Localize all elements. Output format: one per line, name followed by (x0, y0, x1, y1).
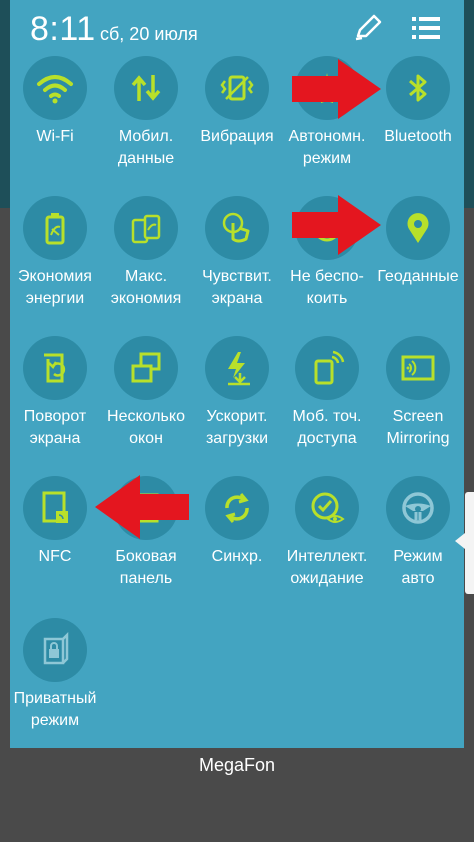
tile-power-saving[interactable]: Экономия энергии (10, 196, 100, 310)
tile-label: NFC (38, 548, 72, 565)
mobile-hotspot-icon (295, 336, 359, 400)
tile-nfc[interactable]: NFC (10, 476, 100, 568)
tile-wifi[interactable]: Wi-Fi (10, 56, 100, 148)
tile-label: Вибрация (200, 128, 274, 145)
wifi-icon (23, 56, 87, 120)
tile-label: Bluetooth (384, 128, 452, 145)
ultra-power-saving-icon (114, 196, 178, 260)
smart-stay-icon (295, 476, 359, 540)
tile-label: Боковая панель (115, 548, 177, 587)
tile-mobile-hotspot[interactable]: Моб. точ. доступа (282, 336, 372, 450)
location-icon (386, 196, 450, 260)
tile-label: Геоданные (377, 268, 459, 285)
annotation-arrow-nfc-icon (95, 475, 189, 539)
tile-label: Чувствит. экрана (202, 268, 272, 307)
car-mode-icon (386, 476, 450, 540)
tile-ultra-power-saving[interactable]: Макс. экономия (101, 196, 191, 310)
annotation-arrow-location-icon (292, 195, 381, 255)
sync-icon (205, 476, 269, 540)
tile-mobile-data[interactable]: Мобил. данные (101, 56, 191, 170)
tile-label: Не беспо- коить (290, 268, 364, 307)
tile-download-booster[interactable]: Ускорит. загрузки (192, 336, 282, 450)
tile-label: Режим авто (393, 548, 443, 587)
status-time: 8:11 (30, 10, 96, 48)
tile-label: Моб. точ. доступа (292, 408, 362, 447)
tile-multi-window[interactable]: Несколько окон (101, 336, 191, 450)
tile-label: Поворот экрана (23, 408, 87, 447)
tile-label: Несколько окон (107, 408, 185, 447)
carrier-label: MegaFon (198, 755, 276, 775)
tile-label: Синхр. (211, 548, 263, 565)
tile-label: Мобил. данные (117, 128, 175, 167)
list-menu-icon[interactable] (410, 14, 442, 42)
tile-touch-sensitivity[interactable]: Чувствит. экрана (192, 196, 282, 310)
edit-pencil-icon[interactable] (352, 12, 384, 42)
tile-sync[interactable]: Синхр. (192, 476, 282, 568)
multi-window-icon (114, 336, 178, 400)
tile-location[interactable]: Геоданные (373, 196, 463, 288)
vibration-icon (205, 56, 269, 120)
touch-sensitivity-icon (205, 196, 269, 260)
tile-vibration[interactable]: Вибрация (192, 56, 282, 148)
tile-car-mode[interactable]: Режим авто (373, 476, 463, 590)
screen-rotation-icon (23, 336, 87, 400)
annotation-arrow-bluetooth-icon (292, 59, 381, 119)
tile-label: Ускорит. загрузки (205, 408, 269, 447)
tile-private-mode[interactable]: Приватный режим (10, 618, 100, 732)
tile-label: Макс. экономия (110, 268, 182, 307)
tile-label: Автономн. режим (288, 128, 366, 167)
tile-screen-rotation[interactable]: Поворот экрана (10, 336, 100, 450)
tile-label: Приватный режим (13, 690, 97, 729)
tile-bluetooth[interactable]: Bluetooth (373, 56, 463, 148)
mobile-data-icon (114, 56, 178, 120)
tile-label: Экономия энергии (18, 268, 92, 307)
tile-label: Screen Mirroring (386, 408, 450, 447)
tile-screen-mirroring[interactable]: Screen Mirroring (373, 336, 463, 450)
bluetooth-icon (386, 56, 450, 120)
screen-mirroring-icon (386, 336, 450, 400)
private-mode-icon (23, 618, 87, 682)
tile-smart-stay[interactable]: Интеллект. ожидание (282, 476, 372, 590)
tile-label: Wi-Fi (36, 128, 74, 145)
nfc-icon (23, 476, 87, 540)
power-saving-icon (23, 196, 87, 260)
side-handle-arrow-icon[interactable] (455, 533, 465, 549)
tile-label: Интеллект. ожидание (286, 548, 368, 587)
side-handle[interactable] (465, 492, 474, 594)
download-booster-icon (205, 336, 269, 400)
status-date: сб, 20 июля (100, 24, 198, 44)
